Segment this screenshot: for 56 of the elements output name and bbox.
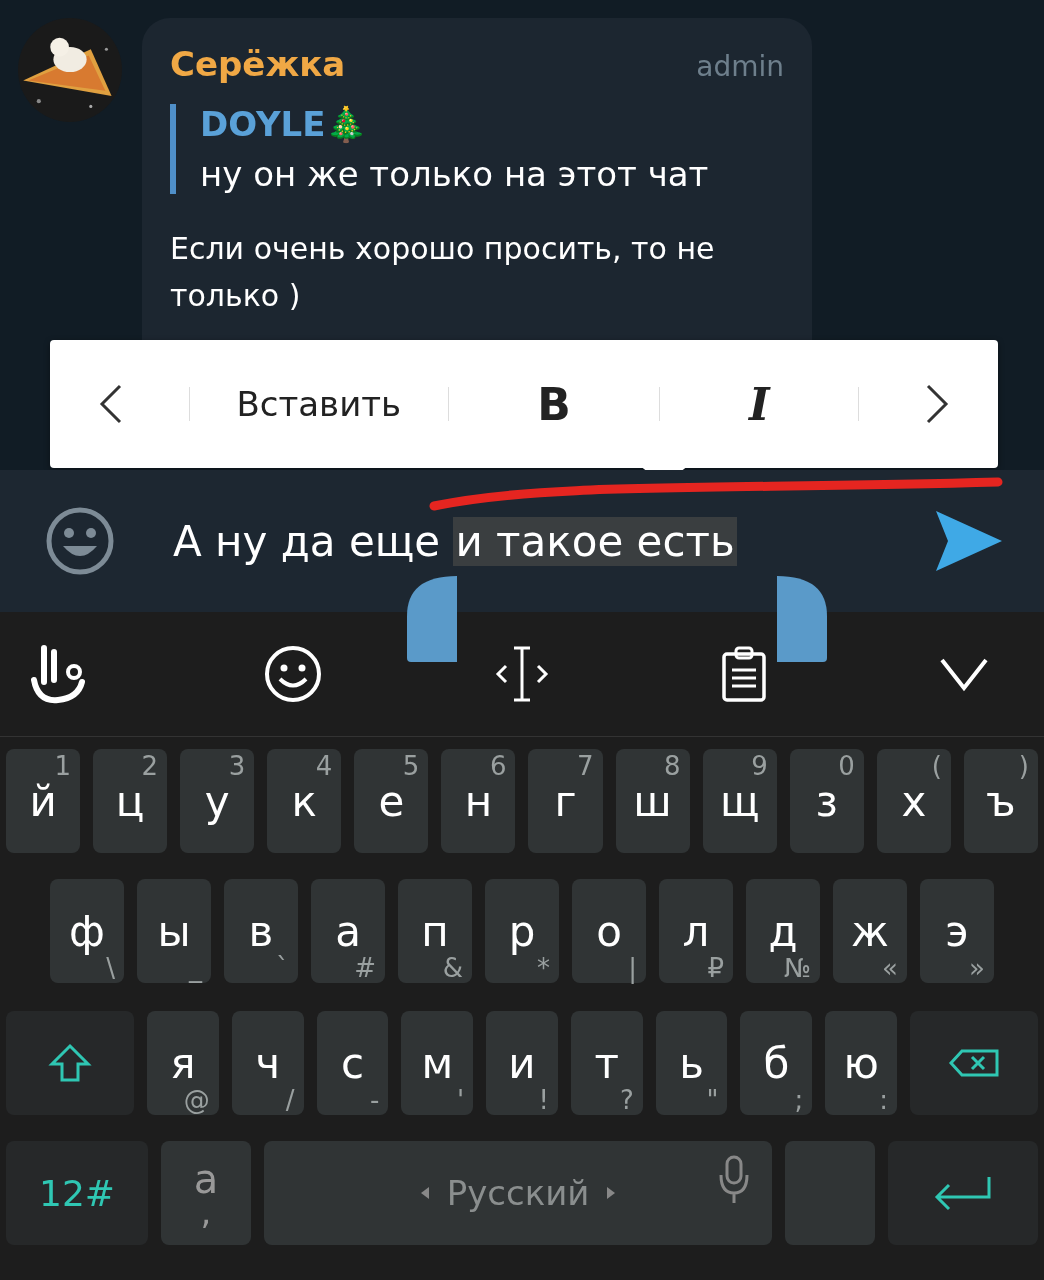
keyboard-key[interactable]: н 6 [441, 749, 516, 853]
chevron-down-icon[interactable] [939, 656, 989, 692]
keyboard-key[interactable]: ю : [825, 1011, 898, 1115]
backspace-key[interactable] [910, 1011, 1039, 1115]
keyboard-key[interactable]: л ₽ [659, 879, 733, 983]
bold-button[interactable]: B [481, 370, 627, 438]
keyboard-key[interactable]: ь " [655, 1011, 728, 1115]
keyboard-key[interactable]: в ` [224, 879, 298, 983]
keyboard-key[interactable]: б ; [740, 1011, 813, 1115]
microphone-icon [718, 1155, 750, 1205]
keyboard-key[interactable]: м ' [401, 1011, 474, 1115]
keyboard-key[interactable]: ц 2 [93, 749, 168, 853]
keyboard-key[interactable]: ъ ) [963, 749, 1038, 853]
paste-button[interactable]: Вставить [222, 376, 416, 432]
smiley-icon[interactable] [262, 644, 323, 704]
italic-button[interactable]: I [692, 370, 826, 438]
keyboard-key[interactable]: с - [316, 1011, 389, 1115]
punctuation-key[interactable]: a , [161, 1141, 251, 1245]
enter-key[interactable] [888, 1141, 1038, 1245]
keyboard-key[interactable]: ы _ [137, 879, 211, 983]
cursor-icon[interactable] [493, 644, 550, 704]
keyboard-key[interactable]: о | [572, 879, 646, 983]
keyboard-key[interactable]: з 0 [789, 749, 864, 853]
keyboard-key[interactable]: е 5 [354, 749, 429, 853]
keyboard-key[interactable]: ф \ [50, 879, 124, 983]
keyboard-key[interactable]: ш 8 [615, 749, 690, 853]
keyboard-key[interactable]: п & [398, 879, 472, 983]
symbols-key[interactable]: 12# [6, 1141, 148, 1245]
send-icon[interactable] [934, 509, 1004, 573]
selection-handle[interactable] [407, 576, 457, 662]
backspace-icon [948, 1048, 1001, 1078]
keyboard-key[interactable]: ч / [231, 1011, 304, 1115]
keyboard-key[interactable]: г 7 [528, 749, 603, 853]
keyboard-key[interactable]: т ? [570, 1011, 643, 1115]
author-name: Серёжка [170, 44, 346, 84]
message-text: Если очень хорошо просить, то не только ) [170, 230, 716, 315]
reply-text: ну он же только на этот чат [200, 154, 710, 194]
keyboard-key[interactable]: а # [311, 879, 385, 983]
admin-label: admin [696, 50, 784, 83]
keyboard-key[interactable]: щ 9 [702, 749, 777, 853]
keyboard-key[interactable]: и ! [486, 1011, 558, 1115]
keyboard-key[interactable]: д № [746, 879, 820, 983]
keyboard-key[interactable]: р * [485, 879, 559, 983]
keyboard-key[interactable]: я @ [147, 1011, 219, 1115]
arrow-up-icon [48, 1043, 92, 1083]
clipboard-icon[interactable] [720, 644, 769, 704]
keyboard-key[interactable]: ж « [833, 879, 907, 983]
keyboard-key[interactable]: х ( [876, 749, 951, 853]
shift-key[interactable] [6, 1011, 134, 1115]
selection-handle[interactable] [777, 576, 827, 662]
reply-author: DOYLE🎄 [200, 104, 369, 144]
space-key[interactable]: Русский [264, 1141, 772, 1245]
keyboard-key[interactable]: к 4 [267, 749, 342, 853]
keyboard-key[interactable]: й 1 [6, 749, 81, 853]
keyboard-key[interactable]: у 3 [180, 749, 255, 853]
keyboard-key[interactable]: э » [920, 879, 994, 983]
